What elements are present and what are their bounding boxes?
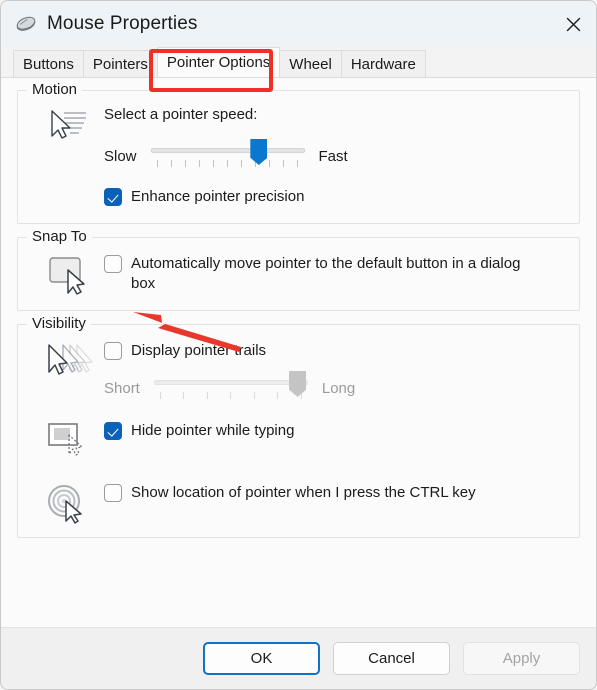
snap-to-checkbox[interactable] xyxy=(104,255,122,273)
tab-buttons[interactable]: Buttons xyxy=(13,50,84,77)
slider-ticks xyxy=(156,160,299,167)
pointer-speed-slider-row: Slow Fast xyxy=(104,139,567,173)
visibility-group: Visibility Display pointer trails Short … xyxy=(17,316,580,538)
cancel-button-label: Cancel xyxy=(368,650,415,667)
dialog-button-bar: OK Cancel Apply xyxy=(1,627,596,689)
window-title: Mouse Properties xyxy=(47,13,198,34)
close-icon[interactable] xyxy=(550,1,596,47)
snap-to-button-icon xyxy=(30,252,104,296)
ok-button[interactable]: OK xyxy=(203,642,320,675)
tab-label: Buttons xyxy=(23,55,74,73)
enhance-precision-row[interactable]: Enhance pointer precision xyxy=(104,187,567,207)
snap-to-row[interactable]: Automatically move pointer to the defaul… xyxy=(104,254,567,294)
ok-button-label: OK xyxy=(250,650,273,667)
snap-to-group: Snap To Automatically move pointer to th… xyxy=(17,229,580,311)
locate-pointer-checkbox[interactable] xyxy=(104,484,122,502)
trails-slider-min-label: Short xyxy=(104,379,140,397)
trails-length-slider xyxy=(153,371,308,405)
slider-track xyxy=(153,380,308,385)
tab-wheel[interactable]: Wheel xyxy=(279,50,342,77)
pointer-speed-label: Select a pointer speed: xyxy=(104,106,258,123)
pointer-trails-label: Display pointer trails xyxy=(131,342,267,359)
pointer-trails-checkbox[interactable] xyxy=(104,342,122,360)
tab-label: Pointers xyxy=(92,55,148,73)
pointer-trails-icon xyxy=(30,339,104,381)
tab-label: Wheel xyxy=(289,55,332,73)
hide-pointer-label: Hide pointer while typing xyxy=(131,422,295,439)
cancel-button[interactable]: Cancel xyxy=(333,642,450,675)
mouse-icon xyxy=(15,13,37,35)
tab-pointers[interactable]: Pointers xyxy=(82,50,158,77)
tab-strip: Buttons Pointers Pointer Options Wheel H… xyxy=(1,47,596,77)
apply-button-label: Apply xyxy=(502,650,541,667)
snap-to-group-title: Snap To xyxy=(27,229,92,245)
tab-hardware[interactable]: Hardware xyxy=(340,50,426,77)
locate-pointer-row[interactable]: Show location of pointer when I press th… xyxy=(104,483,567,503)
motion-group-title: Motion xyxy=(27,82,83,98)
slider-max-label: Fast xyxy=(318,147,348,165)
locate-pointer-icon xyxy=(30,481,104,525)
hide-pointer-checkbox[interactable] xyxy=(104,422,122,440)
pointer-speed-icon xyxy=(30,105,104,147)
tab-pointer-options[interactable]: Pointer Options xyxy=(156,47,281,77)
locate-pointer-label: Show location of pointer when I press th… xyxy=(131,484,476,501)
pointer-speed-slider[interactable] xyxy=(150,139,305,173)
pointer-options-panel: Motion Select a pointer speed: Slow Fast… xyxy=(1,77,596,627)
snap-to-label: Automatically move pointer to the defaul… xyxy=(131,255,521,292)
visibility-group-title: Visibility xyxy=(27,316,91,332)
pointer-trails-row[interactable]: Display pointer trails xyxy=(104,341,567,361)
trails-length-slider-row: Short Long xyxy=(104,371,567,405)
slider-min-label: Slow xyxy=(104,147,137,165)
hide-pointer-row[interactable]: Hide pointer while typing xyxy=(104,421,567,441)
slider-track[interactable] xyxy=(150,148,305,153)
tab-label: Hardware xyxy=(350,55,416,73)
slider-ticks xyxy=(159,392,302,399)
motion-group: Motion Select a pointer speed: Slow Fast… xyxy=(17,82,580,224)
mouse-properties-window: Mouse Properties Buttons Pointers Pointe… xyxy=(0,0,597,690)
tab-label: Pointer Options xyxy=(166,54,271,71)
enhance-precision-checkbox[interactable] xyxy=(104,188,122,206)
apply-button: Apply xyxy=(463,642,580,675)
title-bar: Mouse Properties xyxy=(1,1,596,47)
enhance-precision-label: Enhance pointer precision xyxy=(131,188,305,205)
hide-pointer-icon xyxy=(30,419,104,463)
trails-slider-max-label: Long xyxy=(321,379,356,397)
